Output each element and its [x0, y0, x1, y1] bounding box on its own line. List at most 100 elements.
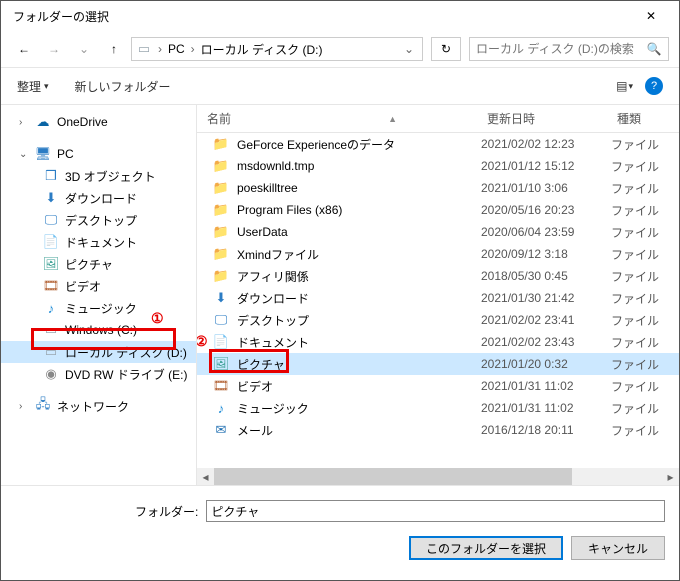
tree-item-label: Windows (C:) [65, 323, 137, 337]
file-row[interactable]: ⬇ダウンロード2021/01/30 21:42ファイル [197, 287, 679, 309]
doc-icon: 📄 [213, 334, 229, 350]
expand-icon[interactable]: › [19, 117, 29, 128]
file-row[interactable]: 📁Program Files (x86)2020/05/16 20:23ファイル [197, 199, 679, 221]
tree-item-label: デスクトップ [65, 212, 137, 229]
file-date: 2021/01/20 0:32 [477, 357, 607, 371]
address-bar[interactable]: ▭ › PC › ローカル ディスク (D:) ⌄ [131, 37, 423, 61]
scroll-thumb[interactable] [214, 468, 572, 485]
music-icon: ♪ [213, 400, 229, 416]
scroll-left[interactable]: ◂ [197, 468, 214, 485]
file-row[interactable]: 📁GeForce Experienceのデータ2021/02/02 12:23フ… [197, 133, 679, 155]
file-type: ファイル [607, 312, 679, 329]
address-dropdown[interactable]: ⌄ [400, 42, 418, 56]
folder-name-input[interactable] [206, 500, 665, 522]
navigation-bar: ← → ⌄ ↑ ▭ › PC › ローカル ディスク (D:) ⌄ ↻ 🔍 [1, 31, 679, 67]
tree-item[interactable]: 📄ドキュメント [1, 231, 196, 253]
close-button[interactable]: ✕ [631, 2, 671, 30]
file-date: 2020/09/12 3:18 [477, 247, 607, 261]
scroll-track[interactable] [214, 468, 662, 485]
tree-pc[interactable]: ⌄ 🖥 PC [1, 143, 196, 165]
search-input[interactable] [474, 41, 644, 57]
file-name: ミュージック [237, 400, 309, 417]
column-date[interactable]: 更新日時 [477, 110, 607, 127]
refresh-button[interactable]: ↻ [431, 37, 461, 61]
tree-item[interactable]: 🎞ビデオ [1, 275, 196, 297]
folder-label: フォルダー: [135, 503, 198, 520]
file-name: アフィリ関係 [237, 268, 309, 285]
tree-item[interactable]: ❒3D オブジェクト [1, 165, 196, 187]
column-type[interactable]: 種類 [607, 110, 679, 127]
view-icon: ▤ [616, 79, 625, 93]
pc-icon: 🖥 [35, 146, 51, 162]
file-name: ビデオ [237, 378, 273, 395]
horizontal-scrollbar[interactable]: ◂ ▸ [197, 468, 679, 485]
file-row[interactable]: 📁アフィリ関係2018/05/30 0:45ファイル [197, 265, 679, 287]
search-box[interactable]: 🔍 [469, 37, 669, 61]
tree-item[interactable]: ▭Windows (C:) [1, 319, 196, 341]
tree-item[interactable]: ♪ミュージック [1, 297, 196, 319]
tree-label: PC [57, 147, 74, 161]
tree-item[interactable]: 🖵デスクトップ [1, 209, 196, 231]
scroll-right[interactable]: ▸ [662, 468, 679, 485]
file-row[interactable]: 📄ドキュメント2021/02/02 23:43ファイル [197, 331, 679, 353]
tree-label: OneDrive [57, 115, 108, 129]
dialog-footer: フォルダー: このフォルダーを選択 キャンセル [1, 486, 679, 572]
file-row[interactable]: 📁UserData2020/06/04 23:59ファイル [197, 221, 679, 243]
refresh-icon: ↻ [441, 42, 451, 56]
column-name[interactable]: 名前▲ [197, 110, 477, 127]
file-row[interactable]: 📁Xmindファイル2020/09/12 3:18ファイル [197, 243, 679, 265]
back-button[interactable]: ← [11, 36, 37, 62]
doc-icon: 📄 [43, 234, 59, 250]
expand-icon[interactable]: › [19, 401, 29, 412]
sort-indicator: ▲ [388, 114, 397, 124]
tree-item[interactable]: ▭ローカル ディスク (D:) [1, 341, 196, 363]
file-type: ファイル [607, 400, 679, 417]
folder-icon: 📁 [213, 268, 229, 284]
vid-icon: 🎞 [43, 278, 59, 294]
tree-label: ネットワーク [57, 398, 129, 415]
file-name: ピクチャ [237, 356, 285, 373]
file-row[interactable]: 🖵デスクトップ2021/02/02 23:41ファイル [197, 309, 679, 331]
file-row[interactable]: 🎞ビデオ2021/01/31 11:02ファイル [197, 375, 679, 397]
file-row[interactable]: ♪ ミュージック 2021/01/31 11:02ファイル [197, 397, 679, 419]
select-folder-button[interactable]: このフォルダーを選択 [409, 536, 563, 560]
file-list-body: 📁GeForce Experienceのデータ2021/02/02 12:23フ… [197, 133, 679, 468]
file-type: ファイル [607, 202, 679, 219]
collapse-icon[interactable]: ⌄ [19, 149, 29, 160]
file-name: ダウンロード [237, 290, 309, 307]
tree-onedrive[interactable]: › ☁ OneDrive [1, 111, 196, 133]
nav-tree: › ☁ OneDrive ⌄ 🖥 PC ❒3D オブジェクト⬇ダウンロード🖵デス… [1, 105, 196, 485]
file-date: 2018/05/30 0:45 [477, 269, 607, 283]
up-button[interactable]: ↑ [101, 36, 127, 62]
desktop-icon: 🖵 [213, 312, 229, 328]
view-menu[interactable]: ▤ ▾ [610, 75, 639, 97]
forward-button[interactable]: → [41, 36, 67, 62]
organize-label: 整理 [17, 78, 41, 95]
back-icon: ← [18, 42, 30, 56]
help-button[interactable]: ? [639, 73, 669, 99]
breadcrumb-disk[interactable]: ローカル ディスク (D:) [201, 41, 323, 58]
vid-icon: 🎞 [213, 378, 229, 394]
new-folder-label: 新しいフォルダー [75, 78, 171, 95]
tree-item-label: ピクチャ [65, 256, 113, 273]
tree-network[interactable]: › 🖧 ネットワーク [1, 395, 196, 417]
tree-item[interactable]: ◉DVD RW ドライブ (E:) [1, 363, 196, 385]
file-type: ファイル [607, 422, 679, 439]
file-row[interactable]: ✉メール2016/12/18 20:11ファイル [197, 419, 679, 441]
file-date: 2021/01/31 11:02 [477, 401, 607, 415]
file-row[interactable]: 🖼ピクチャ2021/01/20 0:32ファイル [197, 353, 679, 375]
tree-item[interactable]: ⬇ダウンロード [1, 187, 196, 209]
tree-item[interactable]: 🖼ピクチャ [1, 253, 196, 275]
breadcrumb-pc[interactable]: PC [168, 42, 185, 56]
file-row[interactable]: 📁msdownld.tmp2021/01/12 15:12ファイル [197, 155, 679, 177]
file-row[interactable]: 📁poeskilltree2021/01/10 3:06ファイル [197, 177, 679, 199]
file-name: msdownld.tmp [237, 159, 314, 173]
file-date: 2020/06/04 23:59 [477, 225, 607, 239]
cancel-button[interactable]: キャンセル [571, 536, 665, 560]
file-name: poeskilltree [237, 181, 298, 195]
organize-menu[interactable]: 整理 ▾ [11, 74, 55, 99]
folder-icon: 📁 [213, 224, 229, 240]
new-folder-button[interactable]: 新しいフォルダー [69, 74, 177, 99]
recent-dropdown[interactable]: ⌄ [71, 36, 97, 62]
file-type: ファイル [607, 136, 679, 153]
